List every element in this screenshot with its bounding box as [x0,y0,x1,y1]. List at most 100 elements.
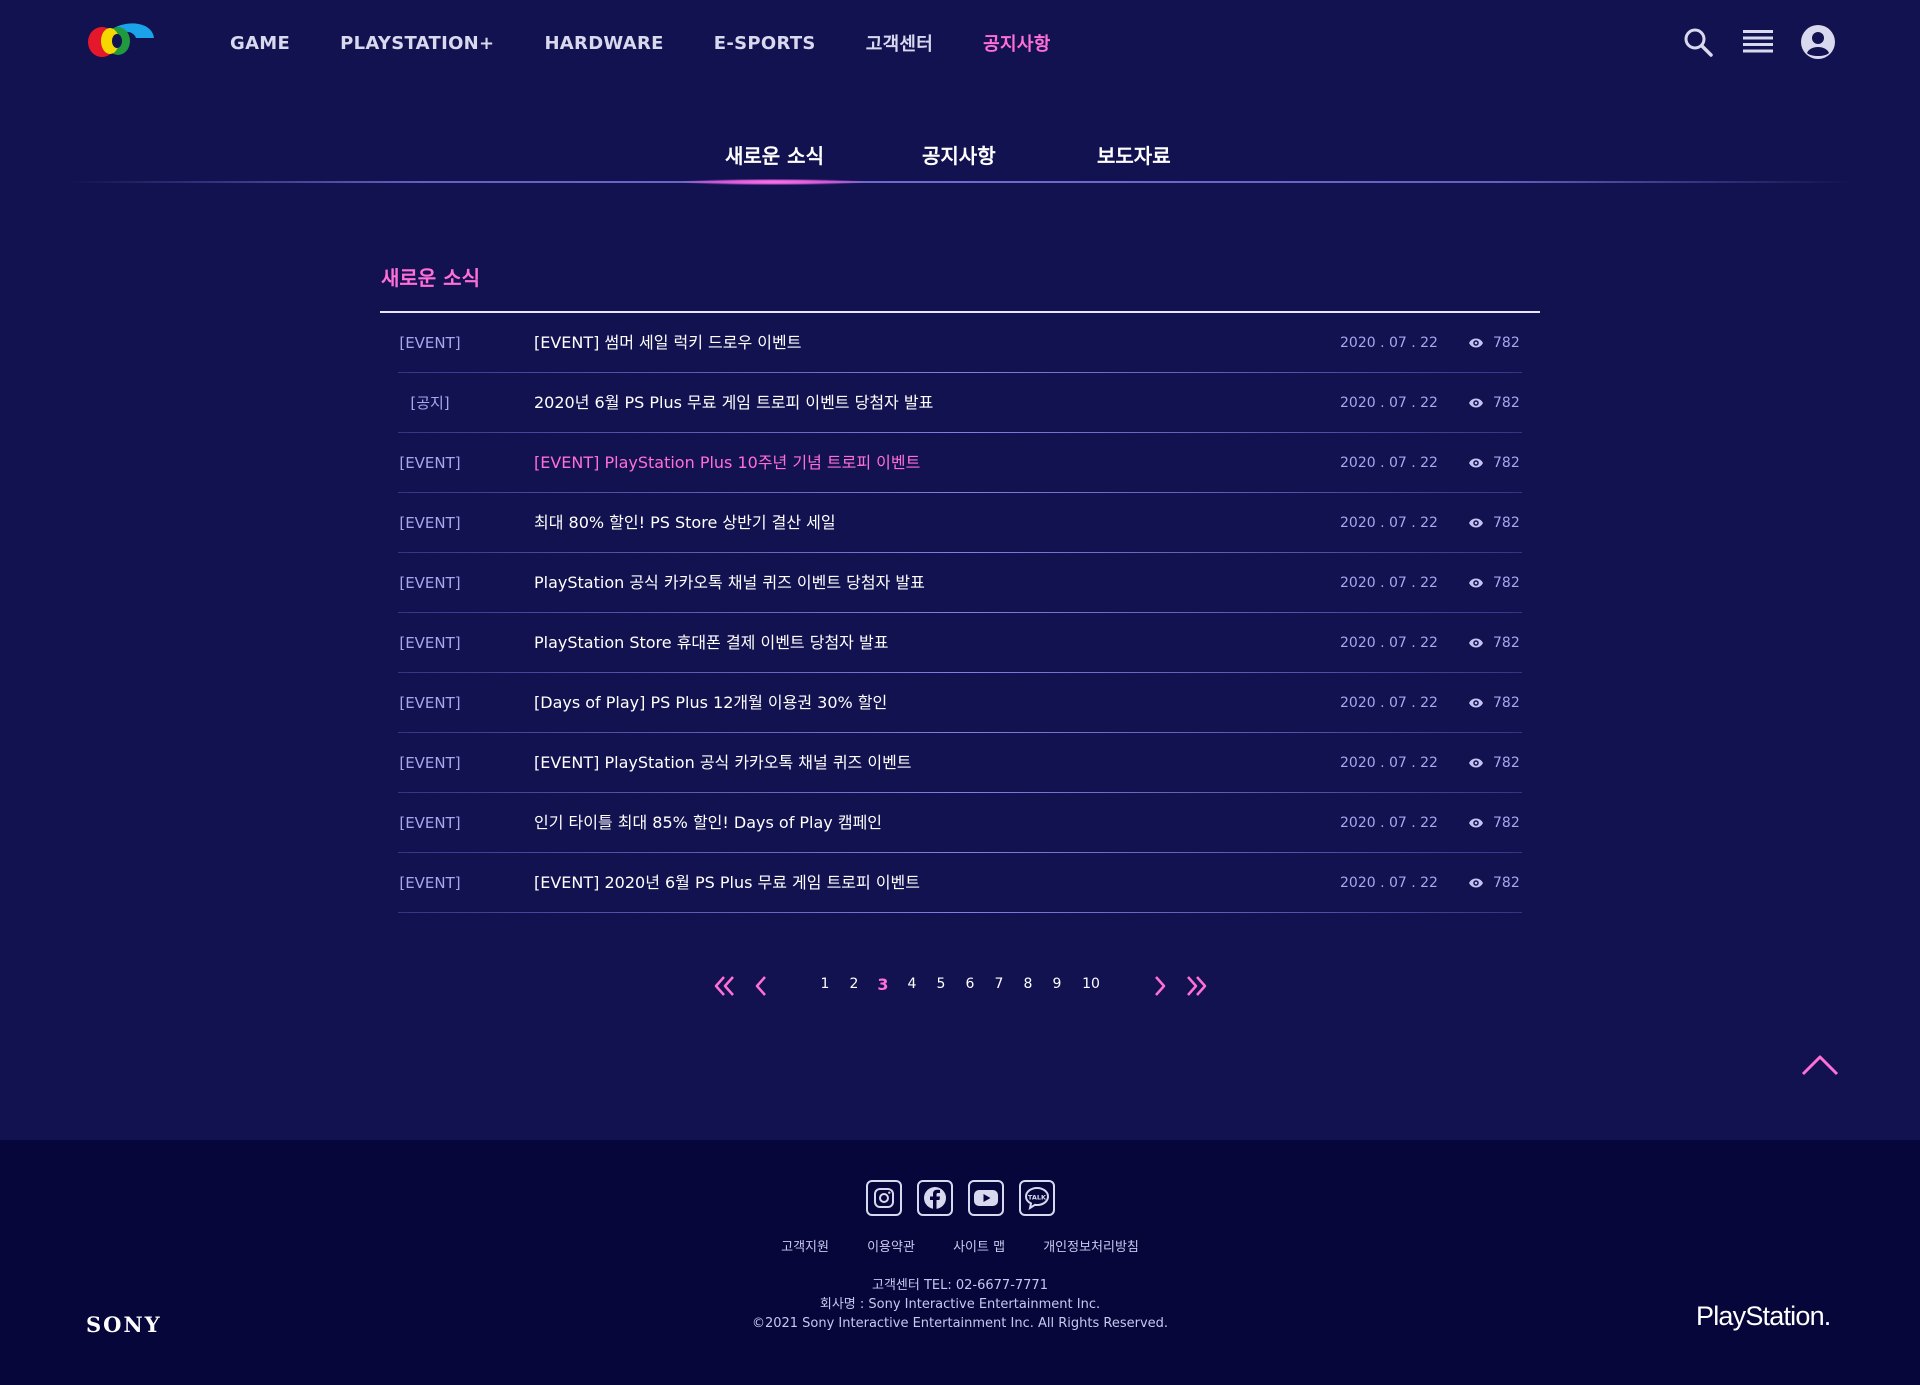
tab-notice[interactable]: 공지사항 [922,140,996,169]
item-category: [EVENT] [399,754,461,772]
item-views: 782 [1493,395,1520,411]
item-views: 782 [1493,695,1520,711]
item-title[interactable]: PlayStation Store 휴대폰 결제 이벤트 당첨자 발표 [534,613,888,673]
item-category: [EVENT] [399,874,461,892]
back-to-top-icon[interactable] [1800,1050,1840,1078]
list-item[interactable]: [EVENT] [EVENT] 2020년 6월 PS Plus 무료 게임 트… [380,853,1540,913]
site-header: GAME PLAYSTATION+ HARDWARE E-SPORTS 고객센터… [0,0,1920,86]
item-title[interactable]: [EVENT] 2020년 6월 PS Plus 무료 게임 트로피 이벤트 [534,853,920,913]
first-page-icon[interactable] [712,974,738,998]
eye-icon [1469,398,1483,408]
facebook-icon[interactable] [917,1180,953,1216]
list-item[interactable]: [EVENT] 인기 타이틀 최대 85% 할인! Days of Play 캠… [380,793,1540,853]
list-item[interactable]: [EVENT] PlayStation 공식 카카오톡 채널 퀴즈 이벤트 당첨… [380,553,1540,613]
prev-page-icon[interactable] [749,974,775,998]
item-views: 782 [1493,875,1520,891]
eye-icon [1469,758,1483,768]
user-icon[interactable] [1800,24,1836,60]
item-title[interactable]: 인기 타이틀 최대 85% 할인! Days of Play 캠페인 [534,793,882,853]
eye-icon [1469,878,1483,888]
page-1[interactable]: 1 [815,976,835,992]
item-category: [EVENT] [399,454,461,472]
page-9[interactable]: 9 [1047,976,1067,992]
list-item[interactable]: [EVENT] [EVENT] PlayStation Plus 10주년 기념… [380,433,1540,493]
eye-icon [1469,578,1483,588]
page-8[interactable]: 8 [1018,976,1038,992]
kakaotalk-icon[interactable]: TALK [1019,1180,1055,1216]
page-5[interactable]: 5 [931,976,951,992]
footer-link-privacy[interactable]: 개인정보처리방침 [1043,1240,1139,1255]
nav-item-esports[interactable]: E-SPORTS [714,33,816,54]
section-title: 새로운 소식 [381,266,480,290]
nav-item-notice[interactable]: 공지사항 [983,30,1050,56]
item-category: [EVENT] [399,814,461,832]
item-date: 2020 . 07 . 22 [1340,875,1438,891]
page-4[interactable]: 4 [902,976,922,992]
nav-item-playstation-plus[interactable]: PLAYSTATION+ [340,33,494,54]
footer-link-support[interactable]: 고객지원 [781,1240,829,1255]
page-2[interactable]: 2 [844,976,864,992]
copyright: ©2021 Sony Interactive Entertainment Inc… [751,1316,1169,1331]
menu-icon[interactable] [1740,24,1776,60]
item-category: [공지] [410,394,450,412]
item-date: 2020 . 07 . 22 [1340,635,1438,651]
last-page-icon[interactable] [1183,974,1209,998]
eye-icon [1469,638,1483,648]
item-title[interactable]: [Days of Play] PS Plus 12개월 이용권 30% 할인 [534,673,887,733]
brand-logo[interactable] [88,22,156,62]
item-title[interactable]: [EVENT] 썸머 세일 럭키 드로우 이벤트 [534,313,801,373]
item-category: [EVENT] [399,634,461,652]
page-6[interactable]: 6 [960,976,980,992]
item-date: 2020 . 07 . 22 [1340,455,1438,471]
page-3-current[interactable]: 3 [873,975,893,994]
nav-item-hardware[interactable]: HARDWARE [544,33,663,54]
next-page-icon[interactable] [1146,974,1172,998]
item-category: [EVENT] [399,334,461,352]
list-item[interactable]: [EVENT] [EVENT] 썸머 세일 럭키 드로우 이벤트 2020 . … [380,313,1540,373]
sony-logo[interactable]: SONY [86,1312,162,1337]
news-list: [EVENT] [EVENT] 썸머 세일 럭키 드로우 이벤트 2020 . … [380,313,1540,913]
item-views: 782 [1493,515,1520,531]
list-item[interactable]: [EVENT] 최대 80% 할인! PS Store 상반기 결산 세일 20… [380,493,1540,553]
page: GAME PLAYSTATION+ HARDWARE E-SPORTS 고객센터… [0,0,1920,1385]
tabs-divider [66,181,1854,183]
eye-icon [1469,458,1483,468]
list-item[interactable]: [공지] 2020년 6월 PS Plus 무료 게임 트로피 이벤트 당첨자 … [380,373,1540,433]
page-7[interactable]: 7 [989,976,1009,992]
nav-item-game[interactable]: GAME [230,33,290,54]
company-name: 회사명 : Sony Interactive Entertainment Inc… [819,1297,1101,1312]
item-title[interactable]: [EVENT] PlayStation 공식 카카오톡 채널 퀴즈 이벤트 [534,733,912,793]
item-views: 782 [1493,635,1520,651]
brand-logo-icon [88,23,154,57]
item-date: 2020 . 07 . 22 [1340,815,1438,831]
footer-link-sitemap[interactable]: 사이트 맵 [953,1240,1005,1255]
item-title[interactable]: PlayStation 공식 카카오톡 채널 퀴즈 이벤트 당첨자 발표 [534,553,925,613]
page-10[interactable]: 10 [1080,976,1102,992]
support-tel: 고객센터 TEL: 02-6677-7771 [872,1278,1048,1293]
list-item[interactable]: [EVENT] [Days of Play] PS Plus 12개월 이용권 … [380,673,1540,733]
tab-news[interactable]: 새로운 소식 [725,140,824,169]
list-item[interactable]: [EVENT] PlayStation Store 휴대폰 결제 이벤트 당첨자… [380,613,1540,673]
footer-link-terms[interactable]: 이용약관 [867,1240,915,1255]
tab-press[interactable]: 보도자료 [1097,140,1171,169]
nav-item-support[interactable]: 고객센터 [866,30,933,56]
item-category: [EVENT] [399,514,461,532]
item-views: 782 [1493,335,1520,351]
item-category: [EVENT] [399,574,461,592]
category-tabs: 새로운 소식 공지사항 보도자료 [0,130,1920,185]
youtube-icon[interactable] [968,1180,1004,1216]
item-title[interactable]: 최대 80% 할인! PS Store 상반기 결산 세일 [534,493,836,553]
search-icon[interactable] [1680,24,1716,60]
list-item[interactable]: [EVENT] [EVENT] PlayStation 공식 카카오톡 채널 퀴… [380,733,1540,793]
item-title[interactable]: 2020년 6월 PS Plus 무료 게임 트로피 이벤트 당첨자 발표 [534,373,933,433]
eye-icon [1469,518,1483,528]
instagram-icon[interactable] [866,1180,902,1216]
playstation-logo[interactable]: PlayStation. [1696,1301,1831,1332]
item-title[interactable]: [EVENT] PlayStation Plus 10주년 기념 트로피 이벤트 [534,433,920,493]
site-footer: TALK 고객지원 이용약관 사이트 맵 개인정보처리방침 고객센터 TEL: … [0,1140,1920,1385]
item-date: 2020 . 07 . 22 [1340,335,1438,351]
item-date: 2020 . 07 . 22 [1340,575,1438,591]
item-date: 2020 . 07 . 22 [1340,515,1438,531]
company-info: 고객센터 TEL: 02-6677-7771 회사명 : Sony Intera… [0,1276,1920,1333]
footer-links: 고객지원 이용약관 사이트 맵 개인정보처리방침 [0,1236,1920,1255]
